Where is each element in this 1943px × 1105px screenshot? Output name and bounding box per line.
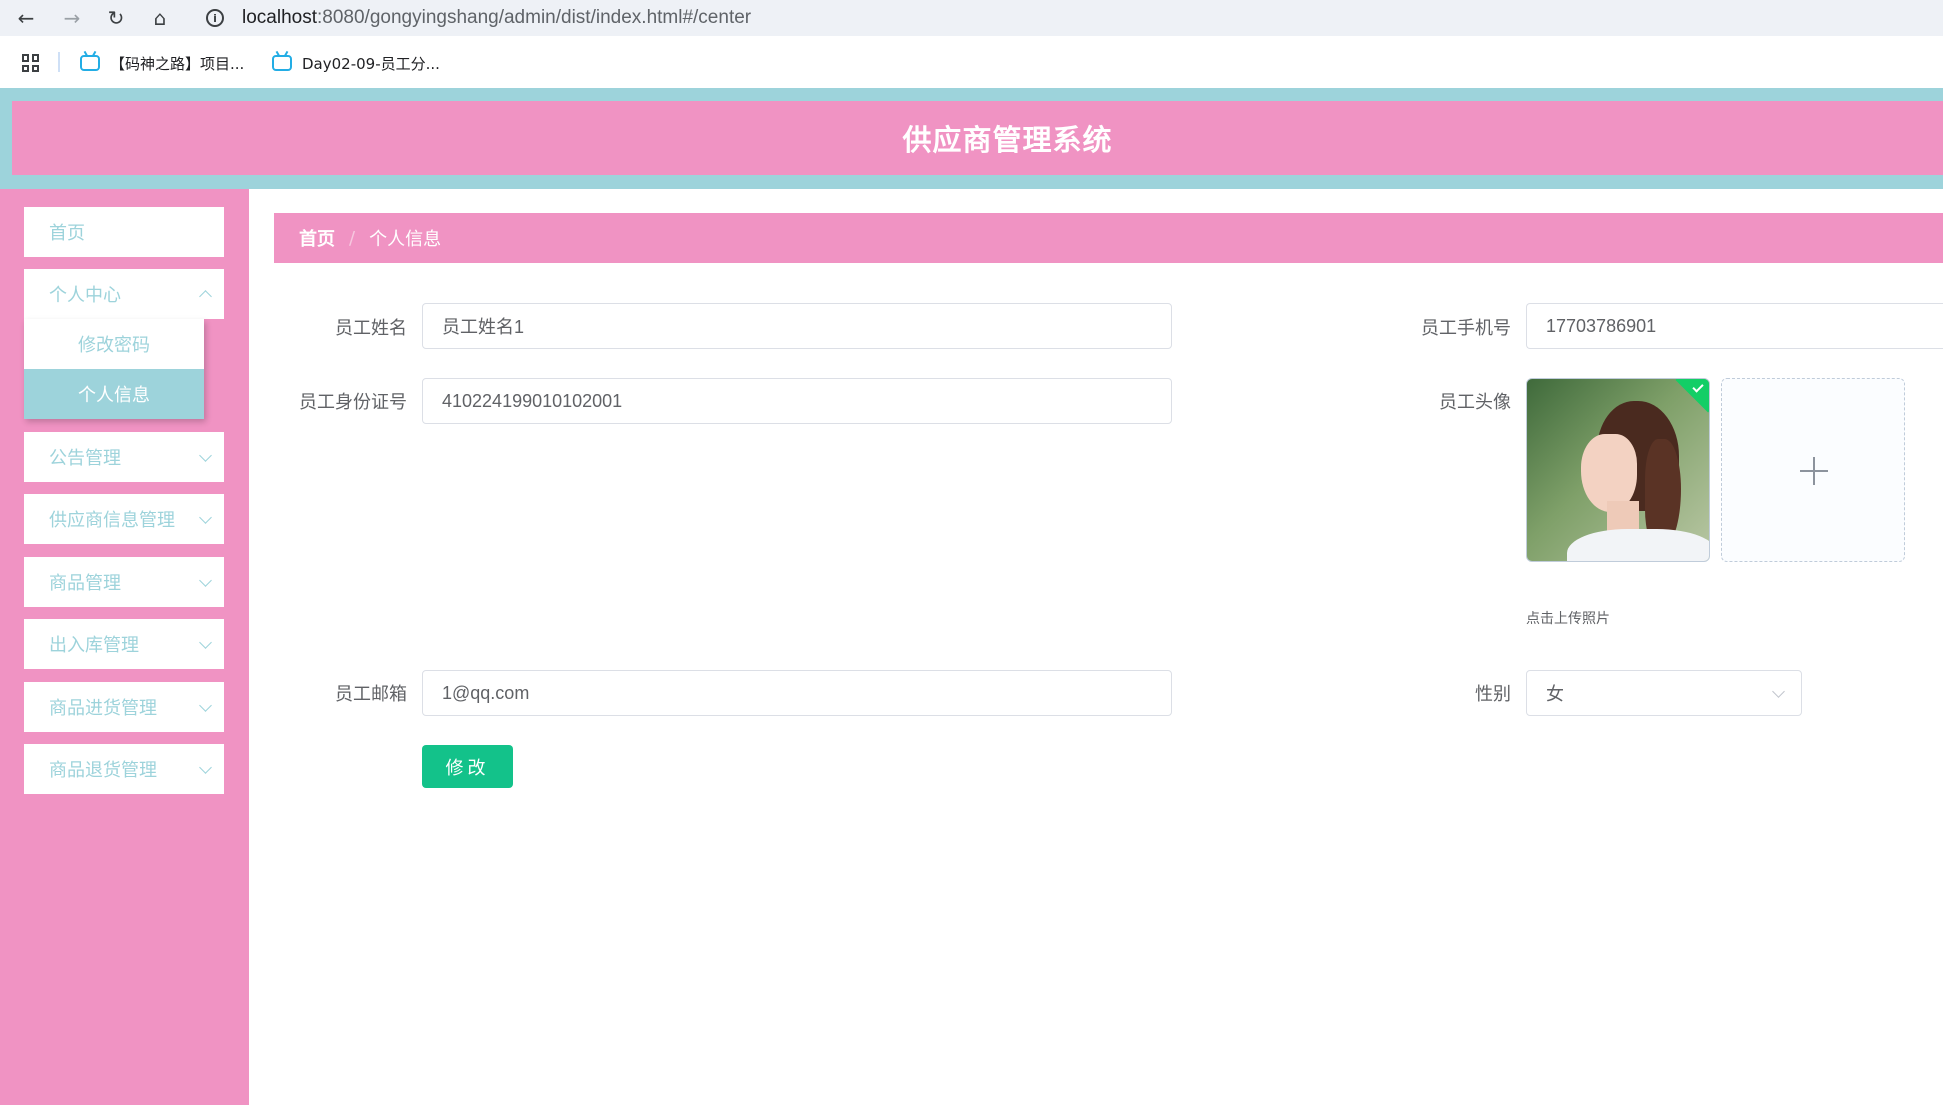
bookmarks-bar: 【码神之路】项目... Day02-09-员工分... — [0, 44, 1943, 82]
url-path: :8080/gongyingshang/admin/dist/index.htm… — [317, 7, 752, 28]
email-input[interactable]: 1@qq.com — [422, 670, 1172, 716]
gender-label: 性别 — [1475, 684, 1511, 705]
site-info-icon[interactable]: i — [206, 9, 224, 27]
sidebar-item-label: 个人中心 — [49, 285, 121, 306]
sidebar-item-home[interactable]: 首页 — [24, 207, 224, 257]
chevron-down-icon — [199, 449, 212, 462]
back-arrow-icon[interactable]: ← — [12, 4, 40, 32]
breadcrumb-current: 个人信息 — [369, 229, 442, 250]
app-header: 供应商管理系统 — [12, 101, 1943, 175]
upload-button[interactable] — [1721, 378, 1905, 562]
sidebar-item-returns[interactable]: 商品退货管理 — [24, 744, 224, 794]
chevron-up-icon — [199, 290, 212, 303]
bookmark-1[interactable]: 【码神之路】项目... — [80, 50, 244, 76]
forward-arrow-icon[interactable]: → — [58, 4, 86, 32]
apps-grid-icon[interactable] — [22, 54, 40, 72]
sidebar-item-products[interactable]: 商品管理 — [24, 557, 224, 607]
submit-button[interactable]: 修改 — [422, 745, 513, 788]
chevron-down-icon — [1772, 685, 1785, 698]
sidebar-item-personal-center[interactable]: 个人中心 — [24, 269, 224, 319]
app-title: 供应商管理系统 — [902, 123, 1113, 157]
sidebar-item-label: 公告管理 — [49, 448, 121, 469]
email-label: 员工邮箱 — [335, 684, 407, 705]
upload-tip: 点击上传照片 — [1526, 611, 1610, 627]
url-host: localhost — [242, 7, 317, 28]
sidebar-item-label: 商品管理 — [49, 573, 121, 594]
phone-input[interactable]: 17703786901 — [1526, 303, 1943, 349]
name-input[interactable]: 员工姓名1 — [422, 303, 1172, 349]
url-text: localhost:8080/gongyingshang/admin/dist/… — [242, 7, 751, 29]
address-bar[interactable]: i localhost:8080/gongyingshang/admin/dis… — [196, 2, 1943, 34]
sidebar-item-label: 首页 — [49, 223, 85, 244]
bilibili-icon — [80, 55, 100, 71]
breadcrumb-separator: / — [349, 227, 356, 249]
browser-chrome: ← → ↻ ⌂ i localhost:8080/gongyingshang/a… — [0, 0, 1943, 88]
gender-selected-value: 女 — [1546, 684, 1564, 704]
sidebar-item-announcements[interactable]: 公告管理 — [24, 432, 224, 482]
home-icon[interactable]: ⌂ — [146, 4, 174, 32]
upload-success-badge — [1675, 379, 1709, 413]
bookmark-2-label: Day02-09-员工分... — [302, 54, 440, 73]
name-label: 员工姓名 — [335, 318, 407, 339]
sidebar-item-supplier-info[interactable]: 供应商信息管理 — [24, 494, 224, 544]
chevron-down-icon — [199, 636, 212, 649]
bookmark-separator — [58, 52, 60, 72]
phone-label: 员工手机号 — [1421, 318, 1511, 339]
bilibili-icon — [272, 55, 292, 71]
chevron-down-icon — [199, 761, 212, 774]
sidebar-item-inventory[interactable]: 出入库管理 — [24, 619, 224, 669]
sidebar-item-label: 出入库管理 — [49, 635, 139, 656]
personal-center-submenu: 修改密码 个人信息 — [24, 319, 204, 419]
bookmark-2[interactable]: Day02-09-员工分... — [272, 50, 440, 76]
idcard-input[interactable]: 410224199010102001 — [422, 378, 1172, 424]
gender-select[interactable]: 女 — [1526, 670, 1802, 716]
breadcrumb: 首页 / 个人信息 — [274, 213, 1943, 263]
browser-nav-row: ← → ↻ ⌂ i localhost:8080/gongyingshang/a… — [0, 0, 1943, 36]
reload-icon[interactable]: ↻ — [102, 4, 130, 32]
idcard-label: 员工身份证号 — [299, 392, 407, 413]
submenu-item-personal-info[interactable]: 个人信息 — [24, 369, 204, 419]
sidebar-item-label: 供应商信息管理 — [49, 510, 175, 531]
sidebar-item-purchases[interactable]: 商品进货管理 — [24, 682, 224, 732]
avatar-preview[interactable] — [1526, 378, 1710, 562]
bookmark-1-label: 【码神之路】项目... — [110, 54, 245, 73]
submenu-item-change-password[interactable]: 修改密码 — [24, 319, 204, 369]
avatar-label: 员工头像 — [1439, 392, 1511, 413]
chevron-down-icon — [199, 511, 212, 524]
chevron-down-icon — [199, 574, 212, 587]
sidebar-item-label: 商品进货管理 — [49, 698, 157, 719]
breadcrumb-home[interactable]: 首页 — [299, 225, 335, 251]
chevron-down-icon — [199, 699, 212, 712]
sidebar-item-label: 商品退货管理 — [49, 760, 157, 781]
